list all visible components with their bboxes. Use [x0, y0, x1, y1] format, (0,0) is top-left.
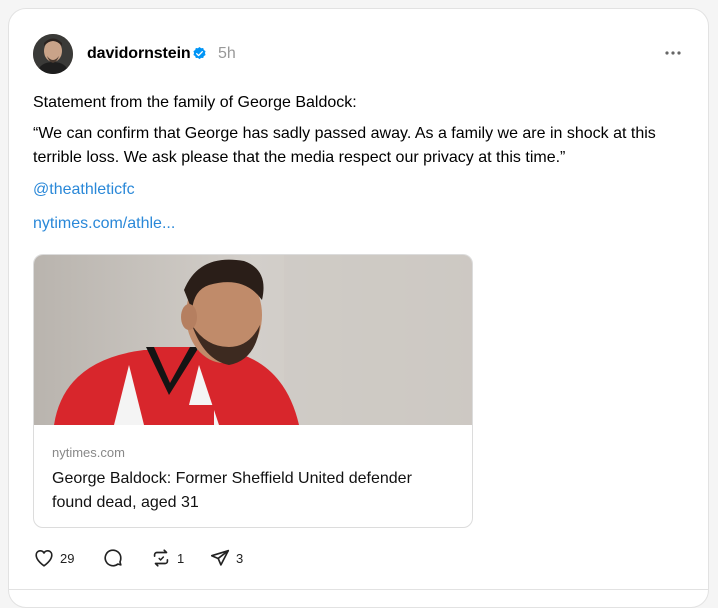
- like-button[interactable]: 29: [33, 546, 74, 570]
- share-button[interactable]: 3: [209, 546, 243, 570]
- author-username[interactable]: davidornstein: [87, 45, 191, 63]
- more-icon[interactable]: [664, 44, 682, 62]
- repost-button[interactable]: 1: [150, 546, 184, 570]
- comment-icon: [104, 549, 122, 567]
- link-preview-image: [34, 255, 472, 425]
- repost-count: 1: [177, 550, 185, 566]
- link-preview-card[interactable]: nytimes.com George Baldock: Former Sheff…: [33, 254, 473, 528]
- mention-link[interactable]: @theathleticfc: [33, 181, 135, 199]
- avatar[interactable]: [33, 34, 73, 74]
- article-link[interactable]: nytimes.com/athle...: [33, 215, 175, 233]
- post-text-quote: “We can confirm that George has sadly pa…: [33, 125, 656, 166]
- link-preview-title: George Baldock: Former Sheffield United …: [52, 470, 412, 511]
- share-count: 3: [236, 550, 244, 566]
- divider: [8, 589, 709, 590]
- avatar-image: [33, 34, 73, 74]
- share-icon: [210, 549, 230, 566]
- like-count: 29: [60, 550, 75, 566]
- post-text-intro: Statement from the family of George Bald…: [33, 94, 357, 111]
- repost-icon: [153, 549, 169, 567]
- link-preview-source: nytimes.com: [52, 445, 125, 460]
- post-time: 5h: [218, 45, 236, 62]
- verified-badge-icon: [193, 46, 206, 60]
- reply-button[interactable]: [102, 546, 124, 570]
- heart-icon: [35, 549, 53, 567]
